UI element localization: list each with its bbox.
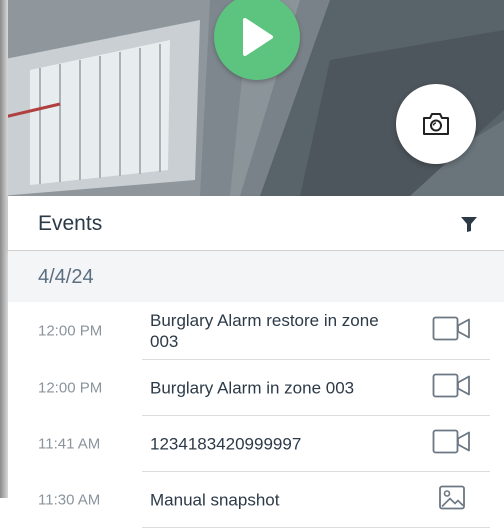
video-clip-icon <box>432 316 470 341</box>
events-header: Events <box>8 196 504 251</box>
event-list: 12:00 PM Burglary Alarm restore in zone … <box>8 302 504 528</box>
event-description: Manual snapshot <box>150 490 280 510</box>
event-time: 12:00 PM <box>38 322 103 340</box>
date-label: 4/4/24 <box>38 266 94 288</box>
event-description: 1234183420999997 <box>150 434 302 454</box>
snapshot-button[interactable] <box>396 84 476 164</box>
event-row[interactable]: 11:41 AM 1234183420999997 <box>8 416 504 472</box>
filter-icon <box>461 217 477 232</box>
event-description: Burglary Alarm restore in zone 003 <box>150 311 379 351</box>
filter-button[interactable] <box>460 215 478 238</box>
event-row[interactable]: 11:30 AM Manual snapshot <box>8 472 504 528</box>
video-clip-button[interactable] <box>432 373 472 404</box>
event-time: 11:41 AM <box>38 435 101 453</box>
event-row[interactable]: 12:00 PM Burglary Alarm restore in zone … <box>8 302 504 360</box>
date-group-header: 4/4/24 <box>8 251 504 302</box>
play-icon <box>243 18 273 56</box>
event-time: 12:00 PM <box>38 379 103 397</box>
video-clip-button[interactable] <box>432 316 472 347</box>
event-row[interactable]: 12:00 PM Burglary Alarm in zone 003 <box>8 360 504 416</box>
event-description: Burglary Alarm in zone 003 <box>150 378 355 398</box>
snapshot-image-button[interactable] <box>432 485 472 516</box>
video-clip-icon <box>432 373 470 398</box>
event-time: 11:30 AM <box>38 491 101 509</box>
camera-icon <box>423 113 449 135</box>
video-clip-button[interactable] <box>432 429 472 460</box>
camera-video-view[interactable] <box>0 0 504 196</box>
window-edge <box>0 0 8 498</box>
video-clip-icon <box>432 429 470 454</box>
events-title: Events <box>38 212 103 235</box>
